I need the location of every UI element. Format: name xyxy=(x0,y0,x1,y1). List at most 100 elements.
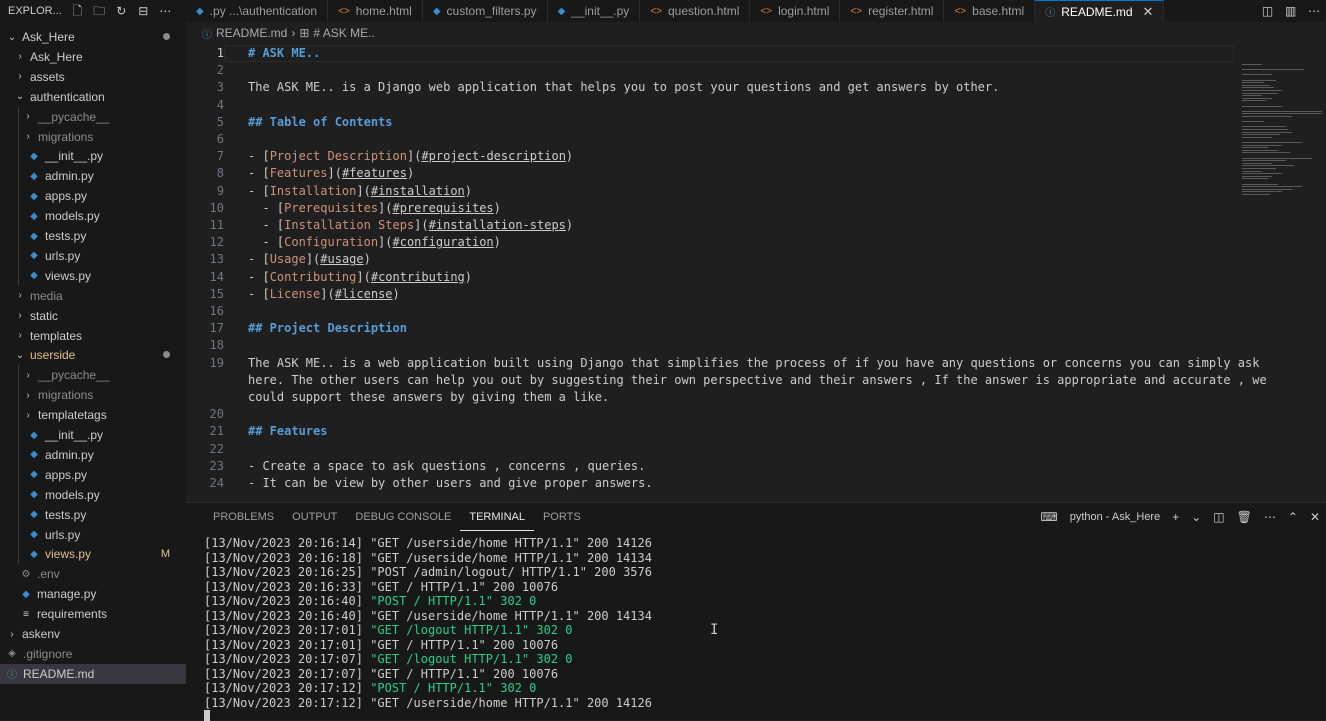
info-file-icon: ⓘ xyxy=(7,670,17,682)
chevron-down-icon[interactable]: ⌄ xyxy=(1191,510,1201,524)
split-terminal-icon[interactable]: ◫ xyxy=(1213,510,1224,524)
panel-tab-output[interactable]: OUTPUT xyxy=(283,503,346,531)
tree-item-tests-py[interactable]: ◆ tests.py xyxy=(0,505,186,525)
collapse-all-icon[interactable]: ⊟ xyxy=(137,4,150,18)
terminal-line: [13/Nov/2023 20:17:07] "GET /logout HTTP… xyxy=(204,652,573,667)
new-file-icon[interactable]: 🗋 xyxy=(71,4,84,18)
tab-label: .py ...\authentication xyxy=(209,4,318,18)
tree-item--pycache-[interactable]: › __pycache__ xyxy=(0,107,186,127)
panel-tab-debug-console[interactable]: DEBUG CONSOLE xyxy=(346,503,460,531)
close-icon[interactable]: ✕ xyxy=(1143,4,1154,20)
html-file-icon: <> xyxy=(760,5,773,17)
panel-tab-problems[interactable]: PROBLEMS xyxy=(204,503,283,531)
tree-item-media[interactable]: › media xyxy=(0,286,186,306)
code-line: 23 - Create a space to ask questions , co… xyxy=(186,458,646,475)
code-token: - [ xyxy=(248,149,270,164)
tree-item-apps-py[interactable]: ◆ apps.py xyxy=(0,186,186,206)
code-line: 22 xyxy=(186,441,224,458)
more-actions-icon[interactable]: ⋯ xyxy=(1308,4,1320,18)
python-file-icon: ◆ xyxy=(22,588,30,600)
new-folder-icon[interactable]: 🗀 xyxy=(93,4,106,18)
ellipsis-icon[interactable]: ⋯ xyxy=(159,4,172,18)
tree-item-admin-py[interactable]: ◆ admin.py xyxy=(0,166,186,186)
tree-item-models-py[interactable]: ◆ models.py xyxy=(0,206,186,226)
refresh-icon[interactable]: ↻ xyxy=(115,4,128,18)
tree-item-apps-py[interactable]: ◆ apps.py xyxy=(0,465,186,485)
chevron-right-icon: › xyxy=(26,369,30,381)
code-line: 15 - [License](#license) xyxy=(186,286,400,303)
tree-item--init-py[interactable]: ◆ __init__.py xyxy=(0,146,186,166)
code-token: #installation-steps xyxy=(428,218,566,232)
split-editor-icon[interactable]: ▥ xyxy=(1285,4,1296,18)
explorer-title: EXPLOR... xyxy=(8,5,62,17)
tree-item-label: apps.py xyxy=(45,189,88,204)
log-status: 200 3576 xyxy=(594,565,652,579)
tab-login-html[interactable]: <> login.html xyxy=(750,0,841,22)
ellipsis-icon[interactable]: ⋯ xyxy=(1264,510,1276,524)
tree-item-views-py[interactable]: ◆ views.py M xyxy=(0,544,186,564)
maximize-panel-icon[interactable]: ⌃ xyxy=(1288,510,1298,524)
tree-item-ask-here[interactable]: › Ask_Here xyxy=(0,47,186,67)
tab--py-authentication[interactable]: ◆ .py ...\authentication xyxy=(186,0,329,22)
tab-base-html[interactable]: <> base.html xyxy=(944,0,1036,22)
trash-icon[interactable]: 🗑 xyxy=(1237,510,1252,524)
tree-item-urls-py[interactable]: ◆ urls.py xyxy=(0,525,186,545)
tree-item-manage-py[interactable]: ◆ manage.py xyxy=(0,584,186,604)
tree-item-tests-py[interactable]: ◆ tests.py xyxy=(0,226,186,246)
tree-item-migrations[interactable]: › migrations xyxy=(0,127,186,147)
code-line: here. The other users can help you out b… xyxy=(186,372,1267,389)
line-number: 4 xyxy=(216,97,224,112)
tree-item-views-py[interactable]: ◆ views.py xyxy=(0,266,186,286)
code-token: ]( xyxy=(305,252,321,267)
code-line: 11 - [Installation Steps](#installation-… xyxy=(186,217,574,234)
tab-custom-filters-py[interactable]: ◆ custom_filters.py xyxy=(423,0,548,22)
open-preview-icon[interactable]: ◫ xyxy=(1262,4,1273,18)
panel-tab-terminal[interactable]: TERMINAL xyxy=(460,503,534,531)
git-status-badge: M xyxy=(160,548,170,561)
tree-item-templates[interactable]: › templates xyxy=(0,326,186,346)
log-timestamp: [13/Nov/2023 20:16:18] xyxy=(204,550,363,565)
new-terminal-icon[interactable]: + xyxy=(1172,510,1179,524)
minimap-line xyxy=(1242,147,1268,149)
code-token: #features xyxy=(341,166,407,181)
tree-item-ask-here[interactable]: ⌄ Ask_Here xyxy=(0,27,186,47)
close-panel-icon[interactable]: ✕ xyxy=(1310,510,1320,524)
tree-item-models-py[interactable]: ◆ models.py xyxy=(0,485,186,505)
tree-item--pycache-[interactable]: › __pycache__ xyxy=(0,365,186,385)
tree-item--gitignore[interactable]: ◈ .gitignore xyxy=(0,644,186,664)
tab-question-html[interactable]: <> question.html xyxy=(640,0,751,22)
tab-register-html[interactable]: <> register.html xyxy=(840,0,945,22)
tree-item-requirements[interactable]: ≡ requirements xyxy=(0,604,186,624)
indent-guide xyxy=(18,365,19,565)
chevron-right-icon: › xyxy=(291,26,296,40)
tab-readme-md[interactable]: ⓘ README.md ✕ xyxy=(1035,0,1165,22)
tree-item-userside[interactable]: ⌄ userside xyxy=(0,345,186,365)
panel-tabs: PROBLEMS OUTPUT DEBUG CONSOLE TERMINAL PORTS xyxy=(186,503,590,531)
tree-item-urls-py[interactable]: ◆ urls.py xyxy=(0,246,186,266)
code-token: Features xyxy=(269,166,328,181)
tree-item-templatetags[interactable]: › templatetags xyxy=(0,405,186,425)
panel-tab-ports[interactable]: PORTS xyxy=(534,503,590,531)
tree-item-assets[interactable]: › assets xyxy=(0,67,186,87)
tab--init-py[interactable]: ◆ __init__.py xyxy=(548,0,641,22)
code-token: here. The other users can help you out b… xyxy=(248,372,1267,387)
tree-item-migrations[interactable]: › migrations xyxy=(0,385,186,405)
tree-item--env[interactable]: ⚙ .env xyxy=(0,564,186,584)
tree-item--init-py[interactable]: ◆ __init__.py xyxy=(0,425,186,445)
tree-item-static[interactable]: › static xyxy=(0,306,186,326)
line-text: ## Project Description xyxy=(248,320,407,337)
terminal-name[interactable]: python - Ask_Here xyxy=(1070,511,1161,523)
line-number: 22 xyxy=(209,441,224,456)
tab-home-html[interactable]: <> home.html xyxy=(328,0,423,22)
tree-item-readme-md[interactable]: ⓘ README.md xyxy=(0,663,186,684)
line-number: 5 xyxy=(216,114,224,129)
code-token: - [ xyxy=(248,235,285,250)
minimap[interactable] xyxy=(1240,44,1326,204)
breadcrumb-file[interactable]: README.md xyxy=(216,26,287,40)
minimap-line xyxy=(1242,90,1282,91)
tree-item-askenv[interactable]: › askenv xyxy=(0,624,186,644)
tree-item-admin-py[interactable]: ◆ admin.py xyxy=(0,445,186,465)
tree-item-authentication[interactable]: ⌄ authentication xyxy=(0,87,186,107)
breadcrumb-section[interactable]: # ASK ME.. xyxy=(313,26,374,40)
explorer-header: EXPLOR... 🗋 🗀 ↻ ⊟ ⋯ xyxy=(0,0,186,22)
